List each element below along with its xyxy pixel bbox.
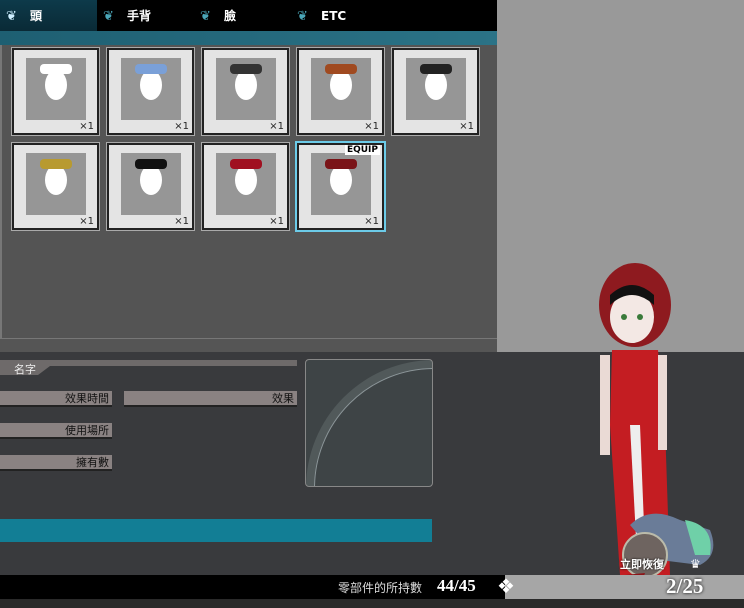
head-figure <box>330 70 352 100</box>
name-label: 名字 <box>14 363 36 376</box>
accessory <box>40 159 72 169</box>
recover-now-button[interactable]: 立即恢復 <box>620 556 664 572</box>
item-count: ×1 <box>174 121 189 132</box>
parts-owned-value: 44/45 <box>437 576 476 595</box>
item-image <box>406 58 466 120</box>
item-slot[interactable]: ×1 <box>106 47 195 136</box>
accessory <box>420 64 452 74</box>
item-slot[interactable]: ×1 <box>201 142 290 231</box>
head-figure <box>235 70 257 100</box>
location-label: 使用場所 <box>0 423 112 439</box>
item-count: ×1 <box>269 121 284 132</box>
accessory <box>325 64 357 74</box>
character-avatar <box>599 263 714 589</box>
divider <box>0 338 497 352</box>
head-figure <box>425 70 447 100</box>
parts-owned-label: 零部件的所持數 <box>338 581 423 595</box>
item-count: ×1 <box>269 216 284 227</box>
preview-frame <box>314 368 432 486</box>
head-figure <box>235 165 257 195</box>
ornament-icon: ❦ <box>200 8 211 24</box>
item-image <box>216 58 276 120</box>
head-figure <box>45 165 67 195</box>
owned-label: 擁有數 <box>0 455 112 471</box>
head-figure <box>330 165 352 195</box>
accessory <box>135 64 167 74</box>
diamond-ornament-icon: ❖ <box>497 574 515 598</box>
duration-label: 效果時間 <box>0 391 112 407</box>
item-image <box>121 58 181 120</box>
accessory <box>230 64 262 74</box>
ornament-icon: ❦ <box>103 8 114 24</box>
crown-icon: ♛ <box>690 557 701 571</box>
item-slot[interactable]: ×1 <box>11 142 100 231</box>
head-figure <box>140 165 162 195</box>
tab-etc[interactable]: ❦ ETC <box>291 0 388 31</box>
accessory <box>135 159 167 169</box>
item-image <box>311 153 371 215</box>
item-image <box>26 58 86 120</box>
item-slot[interactable]: ×1 EQUIP <box>295 141 386 232</box>
item-slot[interactable]: ×1 <box>201 47 290 136</box>
item-count: ×1 <box>174 216 189 227</box>
tab-arm[interactable]: ❦ 手背 <box>97 0 194 31</box>
item-image <box>216 153 276 215</box>
item-count: ×1 <box>364 216 379 227</box>
item-count: ×1 <box>459 121 474 132</box>
accessory <box>230 159 262 169</box>
ornament-icon: ❦ <box>6 8 17 24</box>
equip-badge: EQUIP <box>344 145 380 155</box>
tab-face[interactable]: ❦ 臉 <box>194 0 291 31</box>
accessory <box>40 64 72 74</box>
ornament-icon: ❦ <box>297 8 308 24</box>
accessory <box>325 159 357 169</box>
header-strip <box>0 31 497 45</box>
item-image <box>26 153 86 215</box>
item-image <box>121 153 181 215</box>
item-slot[interactable]: ×1 <box>296 47 385 136</box>
item-grid: ×1 ×1 ×1 ×1 ×1 ×1 ×1 ×1 ×1 EQUIP <box>0 45 497 338</box>
action-bar[interactable] <box>0 519 432 542</box>
item-image <box>311 58 371 120</box>
item-preview <box>305 359 433 487</box>
item-count: ×1 <box>79 216 94 227</box>
footer-strip <box>0 599 744 608</box>
effect-label: 效果 <box>124 391 297 407</box>
tab-head[interactable]: ❦ 頭 <box>0 0 97 31</box>
item-slot[interactable]: ×1 <box>106 142 195 231</box>
stamina-counter: 2/25 <box>666 574 704 598</box>
item-count: ×1 <box>79 121 94 132</box>
item-count: ×1 <box>364 121 379 132</box>
head-figure <box>45 70 67 100</box>
head-figure <box>140 70 162 100</box>
item-slot[interactable]: ×1 <box>391 47 480 136</box>
item-slot[interactable]: ×1 <box>11 47 100 136</box>
category-tabs: ❦ 頭 ❦ 手背 ❦ 臉 ❦ ETC <box>0 0 497 31</box>
